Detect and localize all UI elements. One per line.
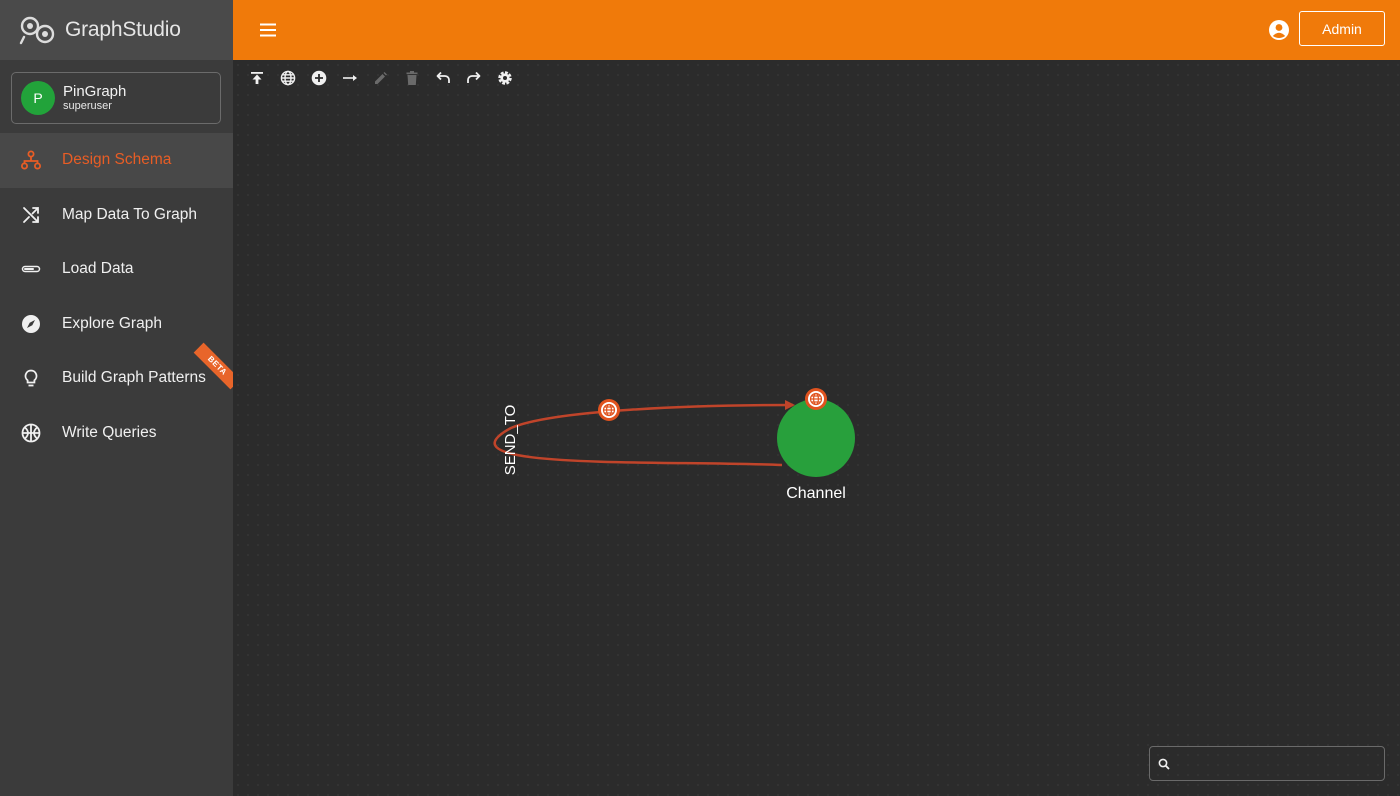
vertex-label: Channel	[786, 485, 846, 502]
sidebar: GraphStudio P PinGraph superuser Design …	[0, 0, 233, 796]
graphstudio-logo-icon	[19, 16, 55, 45]
sidebar-item-label: Map Data To Graph	[62, 205, 197, 223]
sidebar-item-map-data[interactable]: Map Data To Graph	[0, 188, 233, 243]
sidebar-item-label: Write Queries	[62, 423, 157, 441]
lightbulb-icon	[20, 367, 42, 389]
sidebar-item-explore-graph[interactable]: Explore Graph	[0, 297, 233, 352]
vertex-globe-icon[interactable]	[805, 388, 827, 410]
account-circle-icon[interactable]	[1268, 19, 1290, 41]
schema-graph: SEND_TO Channel	[493, 388, 855, 502]
graph-info: PinGraph superuser	[63, 83, 126, 113]
compass-icon	[20, 313, 42, 335]
app-root: GraphStudio P PinGraph superuser Design …	[0, 0, 1400, 796]
sidebar-item-build-patterns[interactable]: Build Graph Patterns BETA	[0, 342, 233, 406]
shuffle-icon	[20, 204, 42, 226]
brand[interactable]: GraphStudio	[0, 0, 233, 60]
edge-globe-icon[interactable]	[598, 399, 620, 421]
schema-canvas[interactable]: SEND_TO Channel	[233, 60, 1400, 796]
sidebar-item-label: Build Graph Patterns	[62, 369, 206, 387]
top-header: Admin	[233, 0, 1400, 60]
schema-icon	[20, 149, 42, 171]
search-input[interactable]	[1176, 756, 1376, 771]
menu-icon[interactable]	[258, 20, 278, 40]
graph-role: superuser	[63, 100, 112, 112]
sidebar-item-design-schema[interactable]: Design Schema	[0, 133, 233, 188]
sidebar-item-write-queries[interactable]: Write Queries	[0, 406, 233, 461]
globe-grid-icon	[20, 422, 42, 444]
graph-selector[interactable]: P PinGraph superuser	[11, 72, 221, 124]
sidebar-item-label: Load Data	[62, 260, 134, 278]
sidebar-item-load-data[interactable]: Load Data	[0, 242, 233, 297]
sidebar-item-label: Design Schema	[62, 151, 172, 169]
edge-label: SEND_TO	[502, 405, 519, 476]
sidebar-item-label: Explore Graph	[62, 314, 162, 332]
sidebar-nav: Design Schema Map Data To Graph Load Dat…	[0, 133, 233, 460]
admin-button[interactable]: Admin	[1299, 11, 1385, 46]
graph-avatar: P	[21, 81, 55, 115]
search-box	[1149, 746, 1385, 781]
edge-send-to[interactable]	[493, 400, 795, 467]
brand-name: GraphStudio	[65, 18, 181, 41]
graph-name: PinGraph	[63, 83, 127, 100]
vertex-channel[interactable]	[777, 399, 855, 477]
progress-bar-icon	[20, 258, 42, 280]
search-icon	[1158, 758, 1170, 770]
